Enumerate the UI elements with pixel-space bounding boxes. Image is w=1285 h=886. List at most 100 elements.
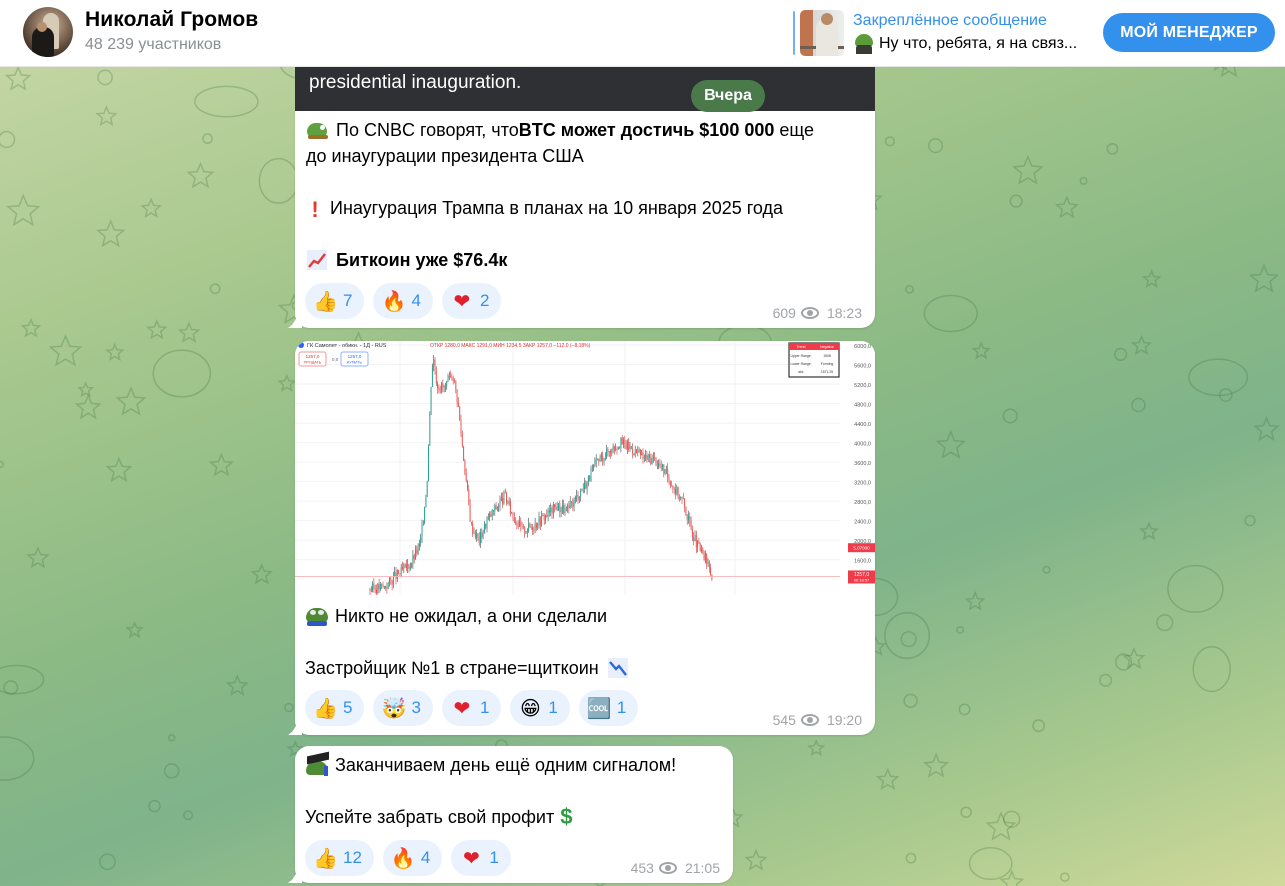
candle-body — [509, 501, 511, 513]
candle-body — [486, 519, 488, 529]
star-doodle — [186, 161, 215, 189]
reaction-fire[interactable]: 🔥 4 — [382, 840, 443, 876]
reaction-cool[interactable]: 🆒 1 — [578, 690, 639, 726]
circle-doodle — [202, 133, 213, 145]
circle-doodle — [1060, 872, 1070, 882]
candle-body — [556, 506, 558, 511]
candle-body — [411, 563, 413, 567]
circle-doodle — [1106, 143, 1119, 155]
candle-body — [480, 532, 481, 543]
candle-body — [520, 520, 522, 526]
candle-body — [372, 583, 374, 591]
message-line: до инаугурации президента США — [306, 146, 584, 166]
star-doodle — [807, 738, 826, 757]
candle-body — [450, 375, 452, 378]
reaction-heart[interactable]: ❤ 1 — [451, 840, 511, 876]
candle-body — [599, 457, 601, 461]
candle-body — [496, 506, 498, 509]
channel-info[interactable]: Николай Громов 48 239 участников — [85, 8, 258, 54]
reaction-count: 12 — [343, 848, 362, 867]
star-doodle — [1139, 521, 1159, 541]
channel-name: Николай Громов — [85, 8, 259, 31]
candle-body — [564, 508, 566, 514]
candle-body — [650, 457, 652, 465]
cool-icon: 🆒 — [586, 696, 612, 720]
message-text: Никто не ожидал, а они сделали — [335, 606, 608, 626]
view-count: 453 — [630, 860, 654, 876]
candle-body — [532, 527, 533, 530]
candle-body — [392, 576, 394, 585]
candle-body — [607, 448, 609, 452]
thumbs-up-icon: 👍 — [313, 289, 338, 313]
reaction-heart[interactable]: ❤ 2 — [441, 283, 502, 319]
exploding-head-icon: 🤯 — [381, 696, 407, 720]
message-meta: 609 18:23 — [773, 305, 862, 321]
chart-increasing-icon — [306, 249, 330, 271]
chart-screenshot-image[interactable]: 6000,0 5600,0 5200,0 4800,0 4400,0 4000,0 3600… — [295, 341, 875, 595]
candle-body — [539, 516, 541, 525]
candle-body — [563, 505, 565, 514]
view-count: 545 — [772, 712, 796, 728]
reaction-fire[interactable]: 🔥 4 — [373, 283, 433, 319]
reaction-exploding-head[interactable]: 🤯 3 — [373, 690, 433, 726]
candle-body — [422, 522, 424, 524]
candle-body — [604, 457, 606, 460]
my-manager-button[interactable]: МОЙ МЕНЕДЖЕР — [1103, 13, 1275, 52]
candle-body — [460, 419, 462, 435]
candle-body — [585, 482, 587, 489]
planet-doodle — [258, 157, 299, 204]
circle-doodle — [163, 763, 180, 779]
star-doodle — [1248, 263, 1280, 293]
reaction-heart[interactable]: ❤ 1 — [441, 690, 502, 726]
candle-body — [675, 489, 676, 494]
candle-body — [684, 498, 686, 507]
candle-body — [451, 377, 453, 381]
star-doodle — [277, 373, 297, 392]
candle-body — [569, 501, 571, 508]
candle-body — [498, 505, 500, 507]
star-doodle — [964, 590, 986, 611]
candle-body — [463, 446, 465, 461]
reaction-thumbs-up[interactable]: 👍 7 — [305, 283, 365, 319]
ohlc-label: ОТКР 1280,0 МАКС 1291,0 МИН 1234,5 ЗАКР … — [430, 343, 591, 349]
spread-label: 0,0 — [332, 357, 339, 362]
reaction-thumbs-up[interactable]: 👍 5 — [305, 690, 365, 726]
circle-doodle — [1156, 614, 1174, 632]
candle-body — [399, 573, 401, 575]
channel-avatar[interactable] — [23, 7, 73, 57]
candle-body — [416, 549, 418, 554]
candle-body — [457, 402, 459, 407]
grinning-face-icon: 😁 — [519, 696, 541, 720]
candle-body — [667, 468, 669, 479]
pinned-message[interactable]: Закреплённое сообщение Ну что, ребята, я… — [793, 9, 1077, 57]
y-tick-label: 4000,0 — [854, 442, 871, 448]
star-doodle — [1141, 269, 1162, 288]
candle-body — [433, 359, 435, 367]
candle-body — [385, 585, 387, 588]
candle-body — [470, 521, 472, 524]
candle-body — [508, 501, 510, 504]
circle-doodle — [928, 138, 944, 154]
star-doodle — [20, 317, 42, 338]
candle-body — [598, 459, 600, 461]
candle-body — [655, 457, 657, 466]
candle-body — [594, 462, 596, 465]
view-count: 609 — [772, 305, 796, 321]
candle-body — [513, 517, 515, 523]
reaction-grinning[interactable]: 😁 1 — [510, 690, 570, 726]
link-preview-image[interactable]: presidential inauguration. — [295, 67, 875, 111]
circle-doodle — [903, 693, 918, 708]
fire-icon: 🔥 — [390, 846, 416, 870]
message-text: Успейте забрать свой профит — [305, 807, 555, 827]
candle-body — [672, 485, 674, 489]
candle-body — [688, 516, 689, 520]
circle-doodle — [1079, 176, 1088, 185]
candle-body — [494, 505, 496, 512]
candle-body — [706, 554, 708, 564]
candle-body — [593, 464, 595, 469]
circle-doodle — [1114, 653, 1133, 671]
candle-body — [522, 525, 524, 527]
reaction-thumbs-up[interactable]: 👍 12 — [305, 840, 374, 876]
reaction-count: 4 — [411, 291, 421, 310]
y-tick-label: 2800,0 — [854, 500, 871, 506]
